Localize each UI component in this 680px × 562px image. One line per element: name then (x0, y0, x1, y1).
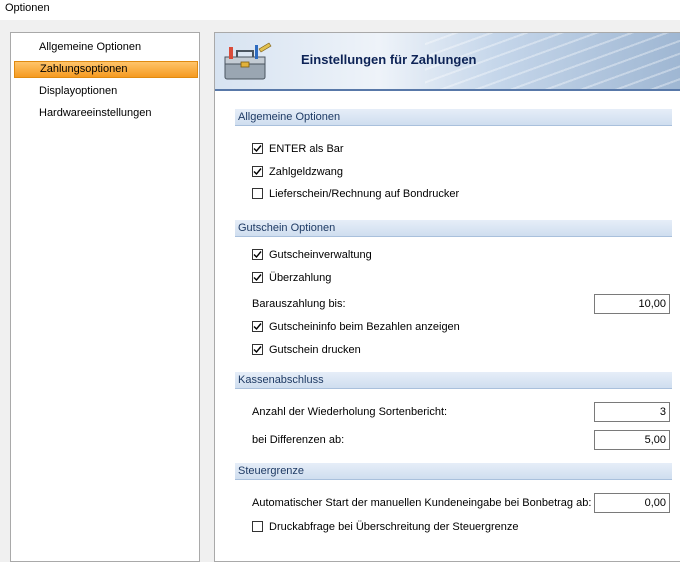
window-titlebar: Optionen (0, 0, 680, 20)
checkbox-box[interactable] (252, 142, 263, 154)
checkmark-icon (253, 345, 262, 353)
checkbox-box[interactable] (252, 271, 263, 283)
checkbox-box[interactable] (252, 165, 263, 177)
checkbox-label: ENTER als Bar (269, 143, 344, 156)
nav-item-label: Allgemeine Optionen (39, 41, 142, 53)
payment-required-checkbox[interactable]: Zahlgeldzwang (252, 165, 343, 181)
panel-title: Einstellungen für Zahlungen (301, 52, 477, 67)
delivery-note-printer-checkbox[interactable]: Lieferschein/Rechnung auf Bondrucker (252, 187, 460, 203)
section-title: Allgemeine Optionen (238, 111, 341, 123)
checkbox-box[interactable] (252, 520, 263, 532)
section-title: Gutschein Optionen (238, 222, 336, 234)
cash-payout-label: Barauszahlung bis: (252, 298, 346, 310)
checkmark-icon (253, 273, 262, 281)
nav-item-label: Hardwareeinstellungen (39, 107, 152, 119)
show-voucher-info-checkbox[interactable]: Gutscheininfo beim Bezahlen anzeigen (252, 320, 460, 336)
toolbox-icon (224, 42, 272, 80)
auto-start-input[interactable] (594, 493, 670, 513)
nav-item-general[interactable]: Allgemeine Optionen (14, 39, 198, 56)
checkmark-icon (253, 144, 262, 152)
section-title: Kassenabschluss (238, 374, 324, 386)
nav-item-label: Displayoptionen (39, 85, 118, 97)
enter-as-cash-checkbox[interactable]: ENTER als Bar (252, 142, 344, 158)
overpayment-checkbox[interactable]: Überzahlung (252, 271, 332, 287)
checkbox-box[interactable] (252, 187, 263, 199)
options-nav: Allgemeine Optionen Zahlungsoptionen Dis… (10, 32, 200, 562)
repeat-count-input[interactable] (594, 402, 670, 422)
checkbox-label: Gutschein drucken (269, 344, 361, 357)
checkbox-label: Gutscheininfo beim Bezahlen anzeigen (269, 321, 460, 334)
checkbox-box[interactable] (252, 343, 263, 355)
nav-item-label: Zahlungsoptionen (40, 63, 128, 75)
difference-from-input[interactable] (594, 430, 670, 450)
checkbox-label: Druckabfrage bei Überschreitung der Steu… (269, 521, 519, 534)
checkmark-icon (253, 322, 262, 330)
section-tax: Steuergrenze (235, 463, 672, 480)
section-voucher: Gutschein Optionen (235, 220, 672, 237)
auto-start-label: Automatischer Start der manuellen Kunden… (252, 497, 592, 509)
section-closing: Kassenabschluss (235, 372, 672, 389)
nav-item-display[interactable]: Displayoptionen (14, 83, 198, 100)
checkbox-box[interactable] (252, 248, 263, 260)
repeat-count-label: Anzahl der Wiederholung Sortenbericht: (252, 406, 448, 418)
panel-banner: Einstellungen für Zahlungen (215, 33, 680, 91)
section-title: Steuergrenze (238, 465, 305, 477)
checkbox-box[interactable] (252, 320, 263, 332)
checkbox-label: Zahlgeldzwang (269, 166, 343, 179)
checkmark-icon (253, 250, 262, 258)
difference-from-label: bei Differenzen ab: (252, 434, 345, 446)
checkmark-icon (253, 167, 262, 175)
print-query-checkbox[interactable]: Druckabfrage bei Überschreitung der Steu… (252, 520, 519, 536)
section-general: Allgemeine Optionen (235, 109, 672, 126)
nav-item-hardware[interactable]: Hardwareeinstellungen (14, 105, 198, 122)
nav-item-payment[interactable]: Zahlungsoptionen (14, 61, 198, 78)
cash-payout-input[interactable] (594, 294, 670, 314)
window-title: Optionen (5, 2, 50, 14)
print-voucher-checkbox[interactable]: Gutschein drucken (252, 343, 361, 359)
checkbox-label: Gutscheinverwaltung (269, 249, 372, 262)
checkbox-label: Überzahlung (269, 272, 332, 285)
voucher-management-checkbox[interactable]: Gutscheinverwaltung (252, 248, 372, 264)
settings-panel: Einstellungen für Zahlungen Allgemeine O… (214, 32, 680, 562)
checkbox-label: Lieferschein/Rechnung auf Bondrucker (269, 188, 460, 201)
